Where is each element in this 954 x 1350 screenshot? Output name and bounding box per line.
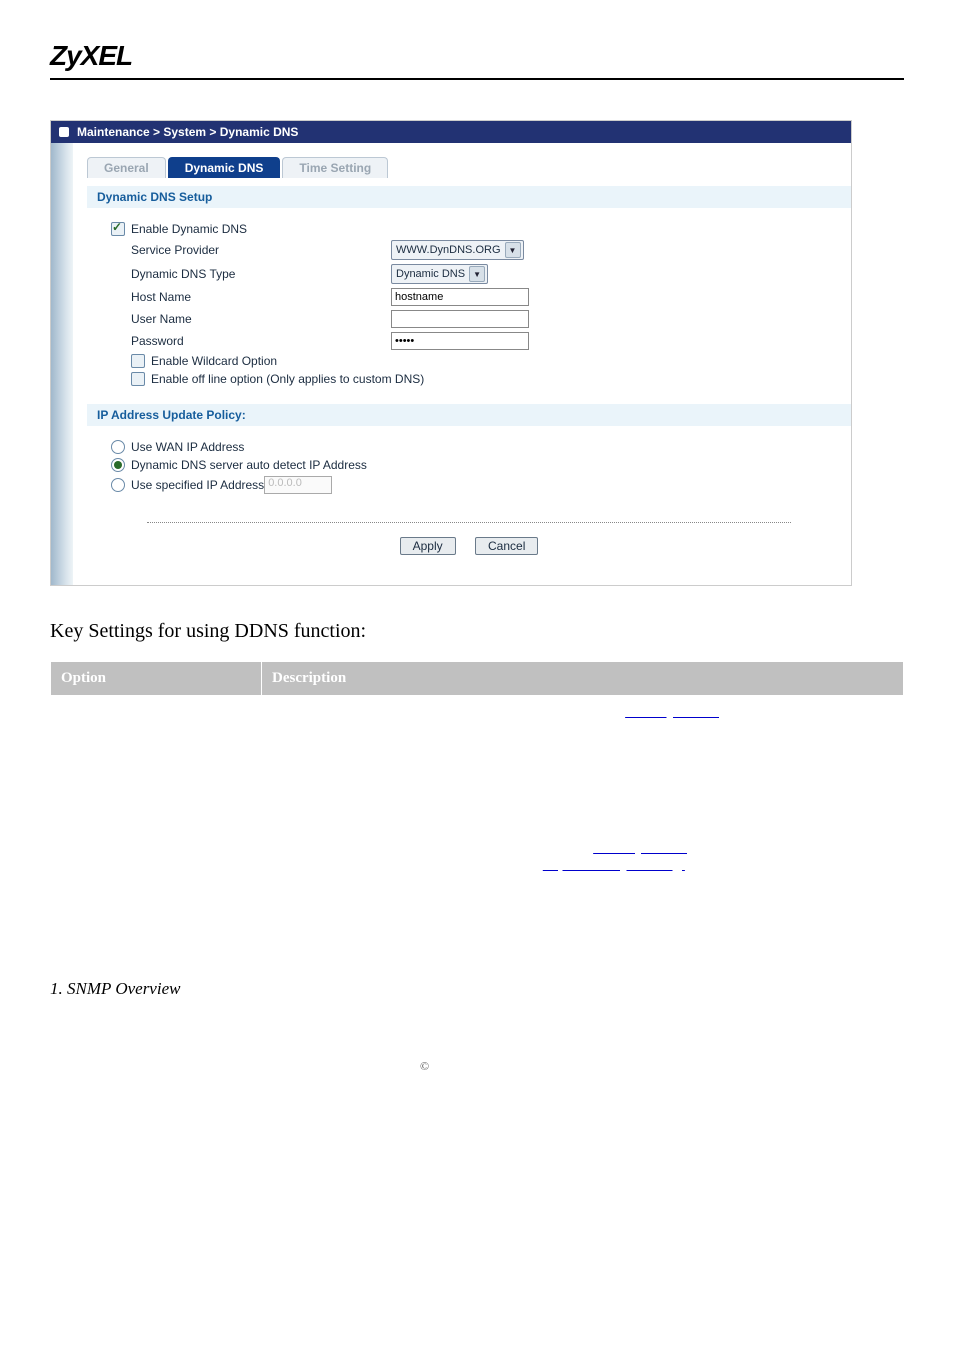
col-option: Option: [51, 662, 262, 696]
section-ddns-setup-title: Dynamic DNS Setup: [87, 186, 851, 208]
snmp-section-heading: Network Management Using SNMP: [50, 923, 904, 949]
footer: All contents copyright © 2007 ZyXEL Comm…: [50, 1059, 904, 1074]
tab-time-setting[interactable]: Time Setting: [282, 157, 388, 178]
radio-auto-detect[interactable]: [111, 458, 125, 472]
breadcrumb-text: Maintenance > System > Dynamic DNS: [77, 125, 298, 139]
dyndns-url-link[interactable]: http://www.dyndns.org/: [543, 857, 685, 873]
offline-label: Enable off line option (Only applies to …: [151, 372, 424, 386]
table-row: Host Name Enter the hostname you subscri…: [51, 730, 904, 764]
breadcrumb-icon: [59, 127, 69, 137]
ddns-type-label: Dynamic DNS Type: [111, 267, 391, 281]
host-name-label: Host Name: [111, 290, 391, 304]
password-label: Password: [111, 334, 391, 348]
side-gradient: [51, 143, 73, 585]
service-provider-value: WWW.DynDNS.ORG: [396, 244, 501, 256]
host-name-input[interactable]: [391, 288, 529, 306]
chevron-down-icon: ▼: [505, 242, 521, 258]
wildcard-label: Enable Wildcard Option: [151, 354, 277, 368]
user-name-label: User Name: [111, 312, 391, 326]
radio-specified-ip-label: Use specified IP Address: [131, 478, 264, 492]
enable-ddns-checkbox[interactable]: [111, 222, 125, 236]
dyndns-link[interactable]: www.dyndns.org: [625, 704, 727, 720]
key-settings-heading: Key Settings for using DDNS function:: [50, 620, 904, 643]
dyndns-link[interactable]: www.dyndns.org: [593, 840, 695, 856]
chevron-down-icon: ▼: [469, 266, 485, 282]
tabs: General Dynamic DNS Time Setting: [87, 157, 851, 178]
table-row: Service Provider Enter the DDNS server i…: [51, 696, 904, 730]
section-ip-policy-title: IP Address Update Policy:: [87, 404, 851, 426]
specified-ip-input[interactable]: 0.0.0.0: [264, 476, 332, 494]
enable-ddns-label: Enable Dynamic DNS: [131, 222, 247, 236]
radio-wan-ip-label: Use WAN IP Address: [131, 440, 244, 454]
radio-wan-ip[interactable]: [111, 440, 125, 454]
ddns-type-select[interactable]: Dynamic DNS ▼: [391, 264, 488, 284]
tab-dynamic-dns[interactable]: Dynamic DNS: [168, 157, 281, 178]
password-input[interactable]: [391, 332, 529, 350]
radio-specified-ip[interactable]: [111, 478, 125, 492]
service-provider-select[interactable]: WWW.DynDNS.ORG ▼: [391, 240, 524, 260]
offline-checkbox[interactable]: [131, 372, 145, 386]
logo: ZyXEL: [50, 40, 132, 71]
table-row: Enable Wildcard Enter the hostname for t…: [51, 832, 904, 883]
wildcard-checkbox[interactable]: [131, 354, 145, 368]
cancel-button[interactable]: Cancel: [475, 537, 538, 555]
separator: [147, 522, 791, 523]
config-screenshot: Maintenance > System > Dynamic DNS Gener…: [50, 120, 852, 586]
table-row: User Name Enter the user name that the D…: [51, 764, 904, 798]
breadcrumb: Maintenance > System > Dynamic DNS: [51, 121, 851, 143]
radio-auto-detect-label: Dynamic DNS server auto detect IP Addres…: [131, 458, 367, 472]
key-settings-table: Option Description Service Provider Ente…: [50, 661, 904, 883]
snmp-overview-heading: 1. SNMP Overview: [50, 979, 904, 999]
tab-general[interactable]: General: [87, 157, 166, 178]
col-description: Description: [262, 662, 904, 696]
table-row: Password Enter the password that the DDN…: [51, 798, 904, 832]
apply-button[interactable]: Apply: [400, 537, 456, 555]
ddns-type-value: Dynamic DNS: [396, 268, 465, 280]
service-provider-label: Service Provider: [111, 243, 391, 257]
user-name-input[interactable]: [391, 310, 529, 328]
